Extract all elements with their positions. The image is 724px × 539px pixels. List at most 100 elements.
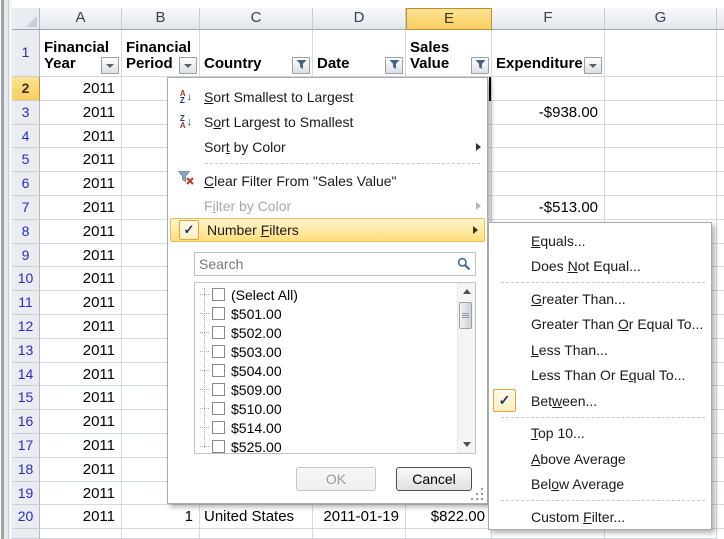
filter-value-select-all[interactable]: (Select All) xyxy=(195,285,458,304)
cell-A14[interactable]: 2011 xyxy=(40,363,122,387)
cell-F3[interactable]: -$938.00 xyxy=(492,101,605,125)
cell-A6[interactable]: 2011 xyxy=(40,172,122,196)
cell-A17[interactable]: 2011 xyxy=(40,434,122,458)
cell-A10[interactable]: 2011 xyxy=(40,267,122,291)
cell-F5[interactable] xyxy=(492,148,605,172)
row-header-10[interactable]: 10 xyxy=(12,267,40,291)
row-header-5[interactable]: 5 xyxy=(12,148,40,172)
row-header-18[interactable]: 18 xyxy=(12,458,40,482)
menu-item-sort-by-color[interactable]: Sort by Color xyxy=(168,134,487,159)
row-header-15[interactable]: 15 xyxy=(12,386,40,410)
value-checkbox[interactable] xyxy=(212,421,225,434)
cell-A15[interactable]: 2011 xyxy=(40,386,122,410)
cell-A2[interactable]: 2011 xyxy=(40,77,122,101)
submenu-item-less-than[interactable]: Less Than... xyxy=(489,337,711,363)
row-header-8[interactable]: 8 xyxy=(12,220,40,244)
cell-A4[interactable]: 2011 xyxy=(40,125,122,149)
column-header-d[interactable]: D xyxy=(313,8,406,30)
row-header-19[interactable]: 19 xyxy=(12,482,40,506)
value-checkbox[interactable] xyxy=(212,383,225,396)
select-all-corner[interactable] xyxy=(12,8,40,30)
column-header-a[interactable]: A xyxy=(40,8,122,30)
row-header-11[interactable]: 11 xyxy=(12,291,40,315)
menu-item-clear-filter-from-sales-value[interactable]: Clear Filter From "Sales Value" xyxy=(168,168,487,193)
scrollbar-down-button[interactable] xyxy=(458,436,475,453)
submenu-item-custom-filter[interactable]: Custom Filter... xyxy=(489,504,711,530)
cell-G2[interactable] xyxy=(605,77,717,101)
submenu-item-less-than-or-equal-to[interactable]: Less Than Or Equal To... xyxy=(489,363,711,389)
row-header-1[interactable]: 1 xyxy=(12,30,40,77)
submenu-item-greater-than[interactable]: Greater Than... xyxy=(489,286,711,312)
resize-grip[interactable] xyxy=(471,487,484,500)
row-header-20[interactable]: 20 xyxy=(12,505,40,529)
menu-item-number-filters[interactable]: ✓Number Filters xyxy=(170,218,485,242)
column-header-e[interactable]: E xyxy=(406,8,492,30)
row-header-3[interactable]: 3 xyxy=(12,101,40,125)
cell-C20[interactable]: United States xyxy=(200,505,313,529)
cell-A7[interactable]: 2011 xyxy=(40,196,122,220)
submenu-item-between[interactable]: ✓Between... xyxy=(489,388,711,414)
cell-A5[interactable]: 2011 xyxy=(40,148,122,172)
cell-A18[interactable]: 2011 xyxy=(40,458,122,482)
value-checkbox[interactable] xyxy=(212,364,225,377)
cell-B20[interactable]: 1 xyxy=(122,505,200,529)
search-input[interactable] xyxy=(195,254,453,274)
row-header-7[interactable]: 7 xyxy=(12,196,40,220)
value-checkbox[interactable] xyxy=(212,288,225,301)
row-header-12[interactable]: 12 xyxy=(12,315,40,339)
row-header-13[interactable]: 13 xyxy=(12,339,40,363)
scrollbar-up-button[interactable] xyxy=(458,283,475,300)
row-header-6[interactable]: 6 xyxy=(12,172,40,196)
submenu-item-does-not-equal[interactable]: Does Not Equal... xyxy=(489,254,711,280)
header-cell-sales-value[interactable]: Sales Value xyxy=(406,30,492,77)
scrollbar-track[interactable] xyxy=(457,283,475,453)
filter-button-financial-period[interactable] xyxy=(179,57,197,74)
cell-F2[interactable] xyxy=(492,77,605,101)
value-checkbox[interactable] xyxy=(212,345,225,358)
cell-F7[interactable]: -$513.00 xyxy=(492,196,605,220)
scrollbar-thumb[interactable] xyxy=(459,302,472,329)
cell-F4[interactable] xyxy=(492,125,605,149)
cell-A3[interactable]: 2011 xyxy=(40,101,122,125)
cell-A8[interactable]: 2011 xyxy=(40,220,122,244)
value-checkbox[interactable] xyxy=(212,326,225,339)
submenu-item-below-average[interactable]: Below Average xyxy=(489,472,711,498)
ok-button[interactable]: OK xyxy=(296,467,376,491)
filter-value-502-00[interactable]: $502.00 xyxy=(195,323,458,342)
filter-value-503-00[interactable]: $503.00 xyxy=(195,342,458,361)
filter-button-financial-year[interactable] xyxy=(101,57,119,74)
header-cell-country[interactable]: Country xyxy=(200,30,313,77)
cell-G4[interactable] xyxy=(605,125,717,149)
cell-G5[interactable] xyxy=(605,148,717,172)
column-header-c[interactable]: C xyxy=(200,8,313,30)
cell-G3[interactable] xyxy=(605,101,717,125)
menu-item-sort-largest-to-smallest[interactable]: ZA↓Sort Largest to Smallest xyxy=(168,109,487,134)
cell-A13[interactable]: 2011 xyxy=(40,339,122,363)
filter-value-525-00[interactable]: $525.00 xyxy=(195,437,458,454)
filter-button-sales-value[interactable] xyxy=(471,57,489,74)
header-cell-expenditure[interactable]: Expenditure xyxy=(492,30,605,77)
filter-button-country[interactable] xyxy=(292,57,310,74)
search-icon[interactable] xyxy=(453,257,475,271)
cell-F6[interactable] xyxy=(492,172,605,196)
menu-item-sort-smallest-to-largest[interactable]: AZ↓Sort Smallest to Largest xyxy=(168,84,487,109)
column-header-b[interactable]: B xyxy=(122,8,200,30)
header-cell-financial-year[interactable]: Financial Year xyxy=(40,30,122,77)
filter-value-504-00[interactable]: $504.00 xyxy=(195,361,458,380)
cell-A11[interactable]: 2011 xyxy=(40,291,122,315)
row-header-16[interactable]: 16 xyxy=(12,410,40,434)
row-header-17[interactable]: 17 xyxy=(12,434,40,458)
header-cell-date[interactable]: Date xyxy=(313,30,406,77)
cell-E20[interactable]: $822.00 xyxy=(406,505,492,529)
submenu-item-equals[interactable]: Equals... xyxy=(489,228,711,254)
filter-value-509-00[interactable]: $509.00 xyxy=(195,380,458,399)
submenu-item-top-10[interactable]: Top 10... xyxy=(489,421,711,447)
value-checkbox[interactable] xyxy=(212,402,225,415)
column-header-g[interactable]: G xyxy=(605,8,717,30)
filter-button-expenditure[interactable] xyxy=(584,57,602,74)
cell-D20[interactable]: 2011-01-19 xyxy=(313,505,406,529)
cell-G6[interactable] xyxy=(605,172,717,196)
column-header-f[interactable]: F xyxy=(492,8,605,30)
cell-A19[interactable]: 2011 xyxy=(40,482,122,506)
cell-A16[interactable]: 2011 xyxy=(40,410,122,434)
